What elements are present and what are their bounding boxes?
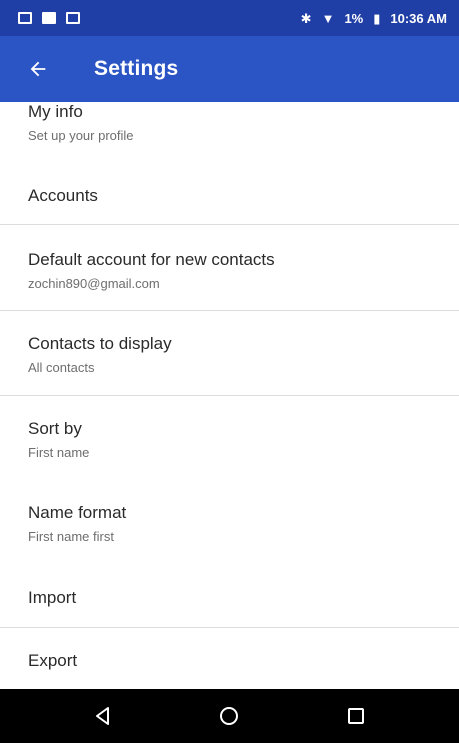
settings-item-accounts[interactable]: Accounts: [0, 186, 459, 206]
b-icon: [42, 12, 56, 24]
item-title: Contacts to display: [28, 334, 172, 353]
settings-item-sort-by[interactable]: Sort by First name: [0, 419, 459, 461]
item-title: Accounts: [28, 186, 98, 205]
image-icon: [66, 12, 80, 24]
item-subtitle: All contacts: [28, 360, 95, 375]
app-bar: Settings: [0, 36, 459, 102]
item-subtitle: First name first: [28, 529, 114, 544]
divider: [0, 395, 459, 396]
battery-icon: ▮: [373, 10, 381, 26]
settings-item-contacts-to-display[interactable]: Contacts to display All contacts: [0, 334, 459, 376]
nav-recents-button[interactable]: [332, 696, 380, 736]
back-triangle-icon: [96, 707, 110, 725]
status-right-icons: ✱ ▼ 1% ▮ 10:36 AM: [301, 11, 447, 26]
nav-back-button[interactable]: [79, 696, 127, 736]
item-title: My info: [28, 102, 83, 121]
recents-square-icon: [347, 708, 364, 724]
divider: [0, 310, 459, 311]
status-time: 10:36 AM: [390, 10, 447, 26]
item-title: Export: [28, 651, 78, 670]
status-bar: ✱ ▼ 1% ▮ 10:36 AM: [0, 0, 459, 36]
settings-item-my-info[interactable]: My info Set up your profile: [0, 102, 459, 144]
divider: [0, 224, 459, 225]
settings-item-default-account[interactable]: Default account for new contacts zochin8…: [0, 250, 459, 292]
status-left-icons: [18, 12, 80, 24]
navigation-bar: [0, 689, 459, 743]
bluetooth-icon: ✱: [300, 10, 312, 26]
page-title: Settings: [94, 57, 179, 80]
arrow-left-icon: [30, 61, 46, 77]
item-title: Default account for new contacts: [28, 250, 275, 269]
battery-percent: 1%: [344, 10, 364, 26]
settings-item-import[interactable]: Import: [0, 588, 459, 608]
item-title: Import: [28, 588, 77, 607]
settings-list[interactable]: My info Set up your profile Accounts Def…: [0, 102, 459, 689]
item-subtitle: Set up your profile: [28, 128, 134, 143]
item-title: Name format: [28, 503, 127, 522]
home-circle-icon: [220, 707, 239, 725]
photo-icon: [18, 12, 32, 24]
back-button[interactable]: [18, 49, 58, 89]
item-subtitle: First name: [28, 445, 90, 460]
divider: [0, 627, 459, 628]
wifi-icon: ▼: [321, 10, 335, 26]
settings-item-name-format[interactable]: Name format First name first: [0, 503, 459, 545]
item-title: Sort by: [28, 419, 82, 438]
settings-item-export[interactable]: Export: [0, 651, 459, 671]
nav-home-button[interactable]: [205, 696, 253, 736]
item-subtitle: zochin890@gmail.com: [28, 276, 160, 291]
